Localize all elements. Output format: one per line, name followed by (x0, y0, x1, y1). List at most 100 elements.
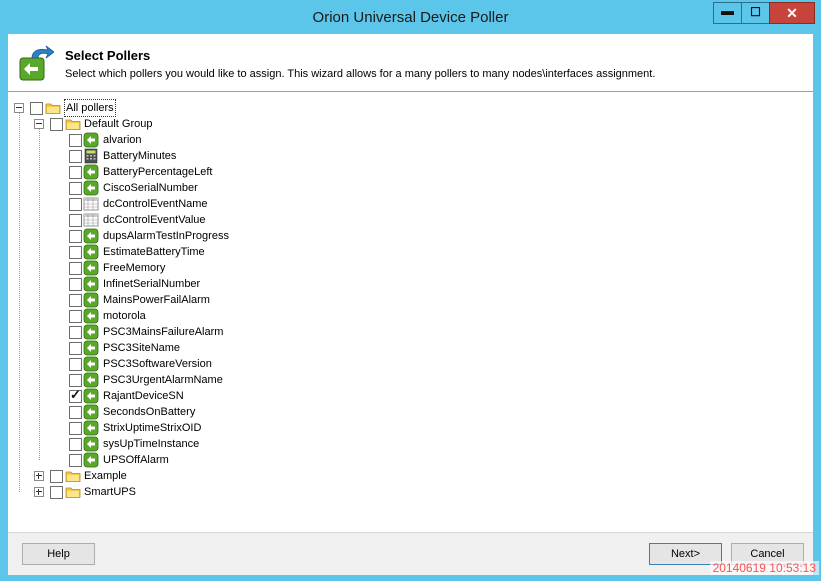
tree-item-poller[interactable]: PSC3UrgentAlarmName (8, 372, 813, 388)
timestamp-overlay: 20140619 10:53:13 (709, 561, 819, 575)
poller-arrow-icon (83, 404, 99, 420)
tree-item-poller[interactable]: BatteryMinutes (8, 148, 813, 164)
tree-item-poller[interactable]: ✓ RajantDeviceSN (8, 388, 813, 404)
tree-item-poller[interactable]: PSC3SiteName (8, 340, 813, 356)
tree-item-label: FreeMemory (103, 262, 166, 274)
poller-checkbox[interactable] (69, 246, 82, 259)
poller-checkbox[interactable] (69, 342, 82, 355)
poller-arrow-icon (83, 276, 99, 292)
tree-item-poller[interactable]: BatteryPercentageLeft (8, 164, 813, 180)
tree-item-smartups[interactable]: SmartUPS (8, 484, 813, 500)
tree-item-poller[interactable]: SecondsOnBattery (8, 404, 813, 420)
folder-icon (65, 119, 81, 130)
poller-arrow-icon (83, 452, 99, 468)
poller-checkbox[interactable] (69, 294, 82, 307)
tree-item-label: dcControlEventValue (103, 214, 206, 226)
tree-item-label: StrixUptimeStrixOID (103, 422, 202, 434)
tree-item-poller[interactable]: InfinetSerialNumber (8, 276, 813, 292)
tree-item-example[interactable]: Example (8, 468, 813, 484)
tree-item-label: PSC3MainsFailureAlarm (103, 326, 224, 338)
poller-checkbox[interactable] (69, 374, 82, 387)
tree-item-label: SmartUPS (84, 486, 136, 498)
folder-icon (45, 103, 61, 114)
tree-item-label: Example (84, 470, 127, 482)
poller-checkbox[interactable] (69, 230, 82, 243)
group-checkbox[interactable] (50, 470, 63, 483)
group-checkbox[interactable] (50, 486, 63, 499)
poller-checkbox[interactable] (69, 422, 82, 435)
tree-item-label: BatteryMinutes (103, 150, 177, 162)
tree-item-poller[interactable]: dcControlEventName (8, 196, 813, 212)
poller-arrow-icon (83, 228, 99, 244)
tree-item-poller[interactable]: motorola (8, 308, 813, 324)
tree-item-poller[interactable]: StrixUptimeStrixOID (8, 420, 813, 436)
poller-arrow-icon (83, 292, 99, 308)
tree-item-poller[interactable]: FreeMemory (8, 260, 813, 276)
tree-item-poller[interactable]: CiscoSerialNumber (8, 180, 813, 196)
tree-item-all-pollers[interactable]: All pollers (8, 99, 813, 117)
poller-checkbox[interactable] (69, 262, 82, 275)
tree-item-label: UPSOffAlarm (103, 454, 169, 466)
expand-toggle[interactable] (34, 471, 44, 481)
wizard-header: Select Pollers Select which pollers you … (8, 34, 813, 90)
tree-item-label: alvarion (103, 134, 142, 146)
default-group-checkbox[interactable] (50, 118, 63, 131)
close-button[interactable]: ✕ (769, 2, 815, 24)
poller-checkbox[interactable] (69, 134, 82, 147)
poller-table-icon (83, 197, 99, 211)
tree-item-label: PSC3SiteName (103, 342, 181, 354)
poller-arrow-icon (83, 356, 99, 372)
poller-checkbox[interactable] (69, 454, 82, 467)
maximize-button[interactable]: ☐ (741, 2, 770, 24)
tree-item-poller[interactable]: PSC3MainsFailureAlarm (8, 324, 813, 340)
tree-item-poller[interactable]: EstimateBatteryTime (8, 244, 813, 260)
tree-item-label: InfinetSerialNumber (103, 278, 201, 290)
collapse-toggle[interactable] (34, 119, 44, 129)
poller-checkbox[interactable]: ✓ (69, 388, 82, 403)
poller-checkbox[interactable] (69, 198, 82, 211)
poller-checkbox[interactable] (69, 438, 82, 451)
poller-arrow-icon (83, 132, 99, 148)
wizard-client: Select Pollers Select which pollers you … (8, 34, 813, 575)
tree-item-label: PSC3SoftwareVersion (103, 358, 212, 370)
tree-item-label: SecondsOnBattery (103, 406, 196, 418)
page-title: Select Pollers (65, 48, 151, 63)
poller-arrow-icon (83, 180, 99, 196)
minimize-button[interactable]: ▬ (713, 2, 742, 24)
poller-checkbox[interactable] (69, 278, 82, 291)
poller-checkbox[interactable] (69, 182, 82, 195)
tree-item-poller[interactable]: MainsPowerFailAlarm (8, 292, 813, 308)
app-window: Orion Universal Device Poller ▬ ☐ ✕ Sele… (0, 0, 821, 581)
poller-tree[interactable]: All pollers Default Group alvarion BatteryM… (8, 92, 813, 532)
title-bar[interactable]: Orion Universal Device Poller ▬ ☐ ✕ (0, 0, 821, 34)
tree-item-default-group[interactable]: Default Group (8, 116, 813, 132)
tree-item-label: All pollers (64, 99, 116, 117)
tree-item-label: RajantDeviceSN (103, 390, 184, 402)
wizard-arrow-icon (19, 45, 54, 81)
help-button[interactable]: Help (22, 543, 95, 565)
poller-checkbox[interactable] (69, 166, 82, 179)
all-pollers-checkbox[interactable] (30, 102, 43, 115)
tree-item-label: BatteryPercentageLeft (103, 166, 213, 178)
poller-checkbox[interactable] (69, 310, 82, 323)
tree-item-poller[interactable]: UPSOffAlarm (8, 452, 813, 468)
collapse-toggle[interactable] (14, 103, 24, 113)
poller-checkbox[interactable] (69, 406, 82, 419)
poller-checkbox[interactable] (69, 326, 82, 339)
poller-checkbox[interactable] (69, 150, 82, 163)
tree-item-label: EstimateBatteryTime (103, 246, 205, 258)
poller-checkbox[interactable] (69, 358, 82, 371)
tree-item-poller[interactable]: sysUpTimeInstance (8, 436, 813, 452)
folder-icon (65, 487, 81, 498)
tree-item-label: motorola (103, 310, 146, 322)
expand-toggle[interactable] (34, 487, 44, 497)
poller-checkbox[interactable] (69, 214, 82, 227)
window-title: Orion Universal Device Poller (312, 9, 509, 26)
tree-item-poller[interactable]: PSC3SoftwareVersion (8, 356, 813, 372)
poller-arrow-icon (83, 340, 99, 356)
tree-item-poller[interactable]: alvarion (8, 132, 813, 148)
poller-arrow-icon (83, 388, 99, 404)
tree-item-poller[interactable]: dcControlEventValue (8, 212, 813, 228)
tree-item-label: Default Group (84, 118, 153, 130)
tree-item-poller[interactable]: dupsAlarmTestInProgress (8, 228, 813, 244)
